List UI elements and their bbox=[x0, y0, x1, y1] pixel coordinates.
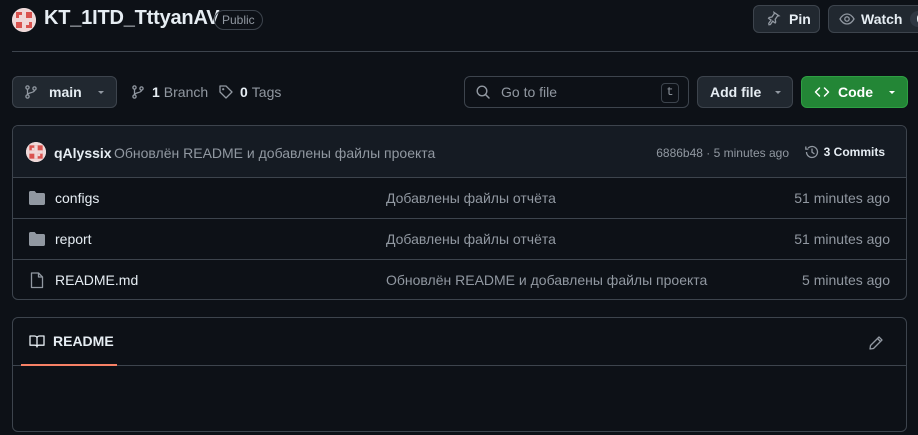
pin-button[interactable]: Pin bbox=[753, 5, 820, 33]
watch-button[interactable]: Watch 0 bbox=[828, 5, 918, 33]
add-file-label: Add file bbox=[710, 84, 762, 100]
history-icon bbox=[804, 144, 820, 160]
book-icon bbox=[29, 333, 45, 349]
tag-count: 0 bbox=[240, 84, 248, 100]
search-input[interactable] bbox=[499, 83, 663, 101]
branches-link[interactable]: 1 Branch bbox=[130, 84, 208, 100]
chevron-down-icon bbox=[887, 87, 897, 97]
git-branch-icon bbox=[130, 84, 146, 100]
commit-author[interactable]: qAlyssix bbox=[54, 145, 112, 161]
readme-panel: README bbox=[12, 317, 907, 432]
folder-icon bbox=[28, 231, 46, 247]
file-commit-message[interactable]: Обновлён README и добавлены файлы проект… bbox=[386, 272, 707, 288]
tags-link[interactable]: 0 Tags bbox=[218, 84, 281, 100]
file-name[interactable]: report bbox=[55, 231, 92, 247]
git-branch-icon bbox=[23, 84, 39, 100]
chevron-down-icon bbox=[96, 87, 106, 97]
folder-icon bbox=[28, 190, 46, 206]
code-label: Code bbox=[838, 84, 873, 100]
add-file-button[interactable]: Add file bbox=[697, 76, 793, 108]
table-row[interactable]: report Добавлены файлы отчёта 51 minutes… bbox=[13, 219, 906, 260]
table-row[interactable]: README.md Обновлён README и добавлены фа… bbox=[13, 260, 906, 299]
header-divider bbox=[12, 51, 918, 52]
eye-icon bbox=[839, 11, 855, 27]
branch-count: 1 bbox=[152, 84, 160, 100]
go-to-file-search[interactable]: t bbox=[464, 76, 689, 108]
file-commit-message[interactable]: Добавлены файлы отчёта bbox=[386, 190, 556, 206]
readme-header: README bbox=[13, 318, 906, 366]
branch-name: main bbox=[49, 84, 82, 100]
file-name[interactable]: configs bbox=[55, 190, 99, 206]
branch-word: Branch bbox=[163, 84, 209, 100]
tag-word: Tags bbox=[251, 84, 282, 100]
pencil-icon[interactable] bbox=[868, 335, 884, 351]
file-commit-time: 51 minutes ago bbox=[794, 190, 890, 206]
commit-message[interactable]: Обновлён README и добавлены файлы проект… bbox=[114, 145, 435, 161]
branch-selector[interactable]: main bbox=[12, 76, 117, 108]
pin-icon bbox=[765, 11, 781, 27]
chevron-down-icon bbox=[773, 87, 783, 97]
file-commit-message[interactable]: Добавлены файлы отчёта bbox=[386, 231, 556, 247]
file-name[interactable]: README.md bbox=[55, 272, 138, 288]
commits-history-link[interactable]: 3 Commits bbox=[804, 144, 885, 160]
tag-icon bbox=[218, 84, 234, 100]
code-button[interactable]: Code bbox=[801, 76, 908, 108]
watch-count: 0 bbox=[910, 11, 918, 27]
file-table: qAlyssix Обновлён README и добавлены фай… bbox=[12, 125, 907, 300]
watch-label: Watch bbox=[861, 11, 903, 27]
file-commit-time: 5 minutes ago bbox=[802, 272, 890, 288]
readme-tab-label: README bbox=[53, 333, 114, 349]
table-row[interactable]: configs Добавлены файлы отчёта 51 minute… bbox=[13, 178, 906, 219]
keyboard-shortcut-hint: t bbox=[661, 83, 679, 103]
latest-commit-bar: qAlyssix Обновлён README и добавлены фай… bbox=[13, 126, 906, 178]
avatar[interactable] bbox=[26, 142, 46, 162]
code-icon bbox=[814, 84, 830, 100]
search-icon bbox=[475, 84, 491, 100]
file-commit-time: 51 minutes ago bbox=[794, 231, 890, 247]
commits-label: 3 Commits bbox=[823, 145, 885, 159]
pin-label: Pin bbox=[789, 11, 811, 27]
repo-name[interactable]: KT_1ITD_TttyanAV bbox=[44, 7, 220, 30]
visibility-badge: Public bbox=[214, 10, 263, 30]
tab-readme[interactable]: README bbox=[21, 318, 117, 366]
file-icon bbox=[30, 272, 44, 289]
repo-owner-avatar[interactable] bbox=[12, 8, 36, 32]
commit-hash-time[interactable]: 6886b48 · 5 minutes ago bbox=[656, 146, 789, 160]
